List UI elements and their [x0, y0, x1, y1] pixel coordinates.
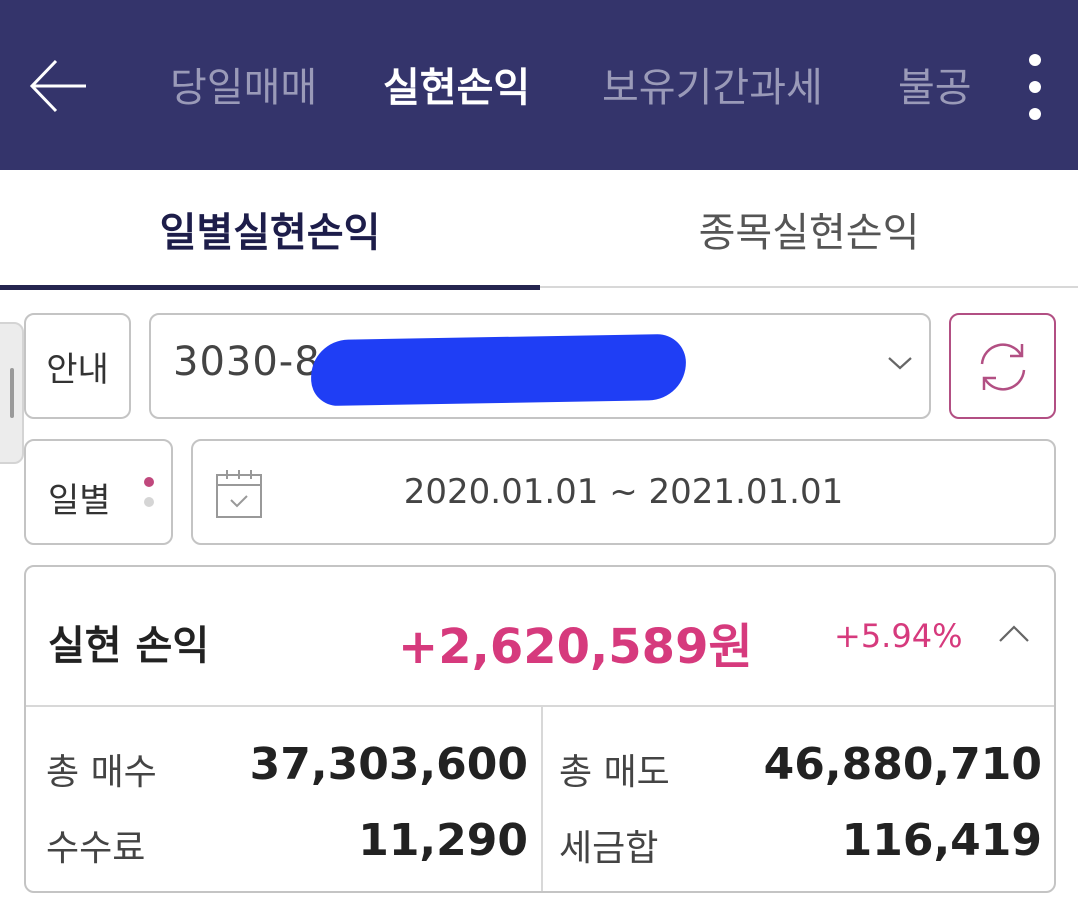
total-buy-label: 총 매수: [46, 752, 157, 793]
fee-label: 수수료: [46, 828, 146, 869]
realized-pnl-amount: +2,620,589원: [398, 619, 753, 675]
total-sell-label: 총 매도: [559, 752, 670, 793]
fee-value: 11,290: [358, 815, 528, 866]
tab-stock-realized-pnl[interactable]: 종목실현손익: [540, 170, 1078, 288]
period-type-select[interactable]: 일별: [24, 439, 173, 545]
info-button[interactable]: 안내: [24, 313, 131, 419]
tab-daily-trading[interactable]: 당일매매: [170, 58, 317, 118]
arrow-left-icon[interactable]: [28, 55, 90, 117]
top-navigation-bar: 당일매매 실현손익 보유기간과세 불공: [0, 0, 1078, 170]
side-drawer-handle[interactable]: [0, 322, 24, 464]
date-range-text: 2020.01.01 ~ 2021.01.01: [403, 472, 844, 512]
tab-daily-realized-pnl[interactable]: 일별실현손익: [0, 170, 540, 290]
account-select[interactable]: 3030-8: [149, 313, 931, 419]
tab-holding-period-tax[interactable]: 보유기간과세: [602, 58, 823, 118]
summary-header[interactable]: 실현 손익 +2,620,589원 +5.94%: [26, 567, 1054, 707]
total-buy-value: 37,303,600: [249, 739, 528, 790]
info-button-label: 안내: [46, 349, 109, 390]
page-indicator-dot-active: [144, 477, 154, 487]
account-number: 3030-8: [173, 339, 321, 385]
total-sell-value: 46,880,710: [763, 739, 1042, 790]
tab-unfair[interactable]: 불공: [898, 58, 978, 118]
sub-tab-bar: 일별실현손익 종목실현손익: [0, 170, 1078, 290]
chevron-up-icon[interactable]: [998, 623, 1030, 649]
tax-total-label: 세금합: [559, 828, 659, 869]
realized-pnl-summary-card: 실현 손익 +2,620,589원 +5.94% 총 매수 37,303,600…: [24, 565, 1056, 893]
column-divider: [541, 707, 543, 891]
date-range-picker[interactable]: 2020.01.01 ~ 2021.01.01: [191, 439, 1056, 545]
redaction-mark: [310, 333, 687, 407]
summary-title: 실현 손익: [48, 623, 210, 669]
chevron-down-icon: [887, 353, 913, 377]
tab-realized-pnl[interactable]: 실현손익: [383, 58, 530, 118]
period-type-label: 일별: [48, 481, 111, 521]
realized-pnl-percent: +5.94%: [834, 617, 963, 655]
page-indicator-dot: [144, 497, 154, 507]
more-vertical-icon[interactable]: [1020, 52, 1050, 122]
refresh-button[interactable]: [949, 313, 1056, 419]
refresh-icon: [974, 338, 1032, 400]
tax-total-value: 116,419: [841, 815, 1042, 866]
